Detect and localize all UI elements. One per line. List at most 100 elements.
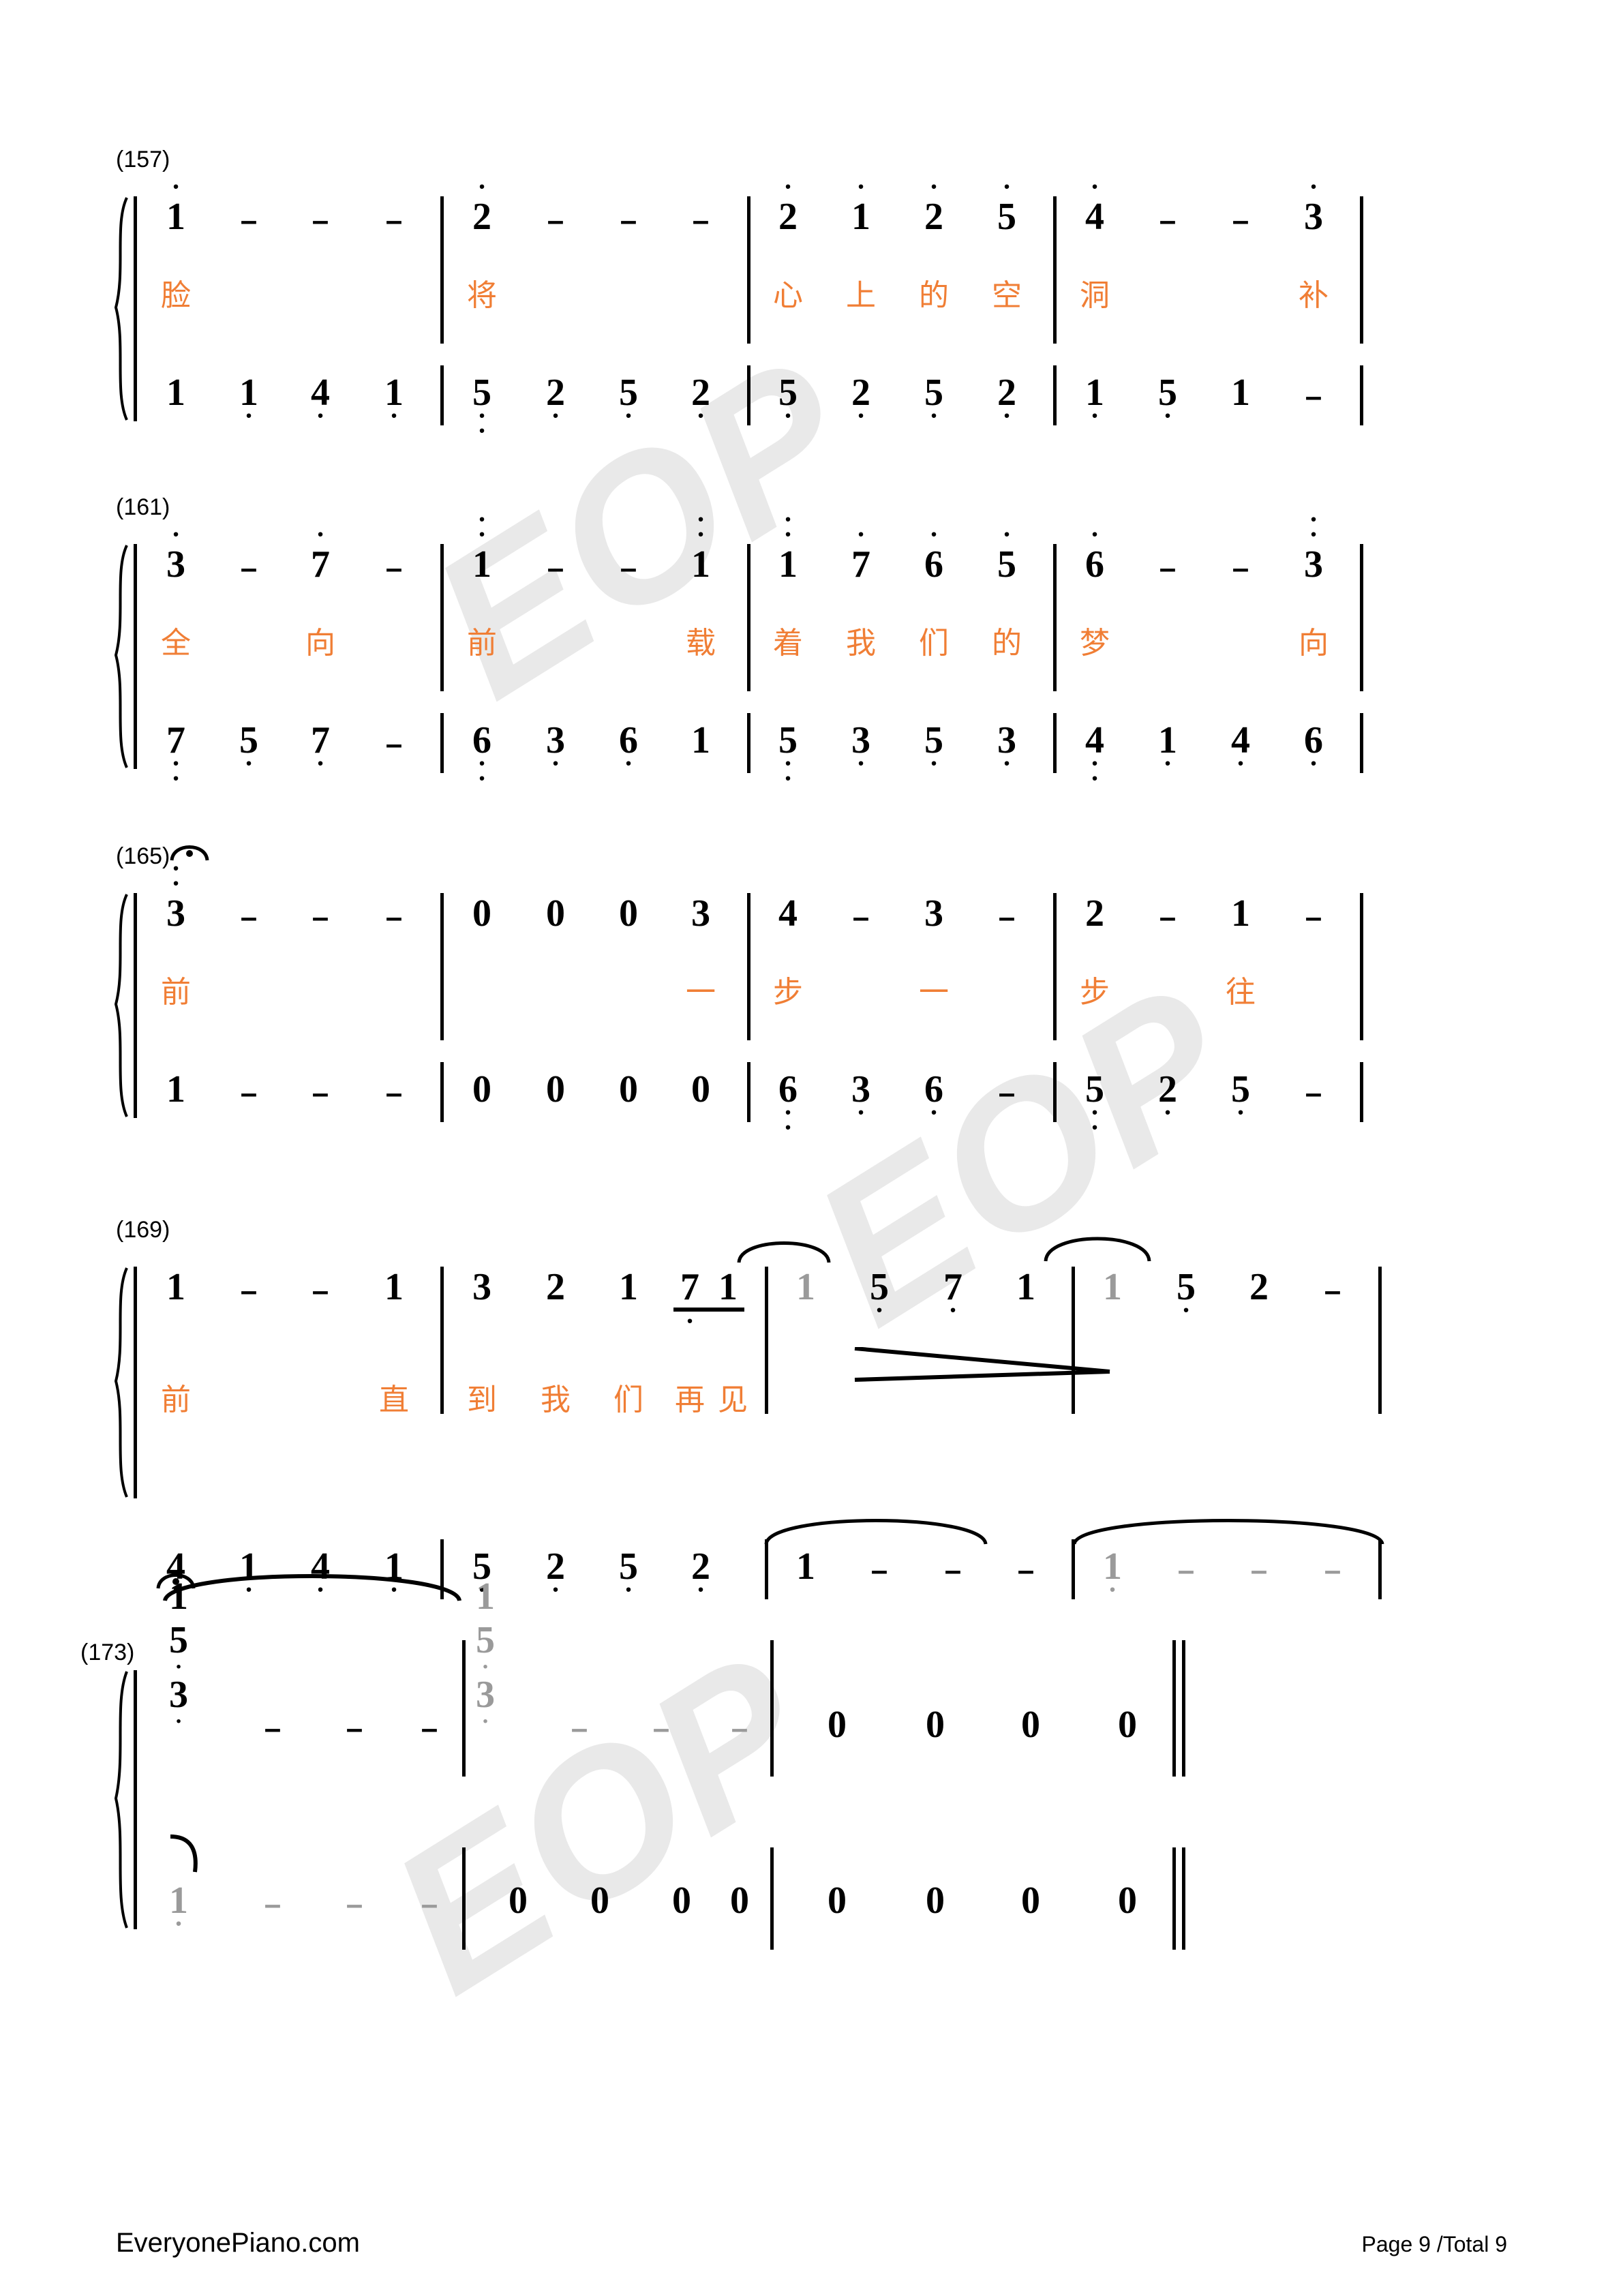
barline [747, 196, 750, 344]
note-dash: – [870, 1554, 888, 1587]
note-dash: – [1305, 1076, 1322, 1110]
site-name: EveryonePiano.com [116, 2228, 360, 2258]
note-dash: – [240, 901, 258, 934]
barline [747, 365, 750, 425]
barline [1360, 893, 1363, 1040]
note: 5 · [619, 1545, 638, 1605]
octave-dot-down: · [783, 400, 793, 431]
note: 3 [472, 1266, 491, 1308]
octave-dot-down: · [1108, 1574, 1117, 1605]
note-dash: – [1305, 380, 1322, 413]
note-dash: – [620, 552, 637, 585]
note: 5 · [239, 719, 258, 779]
note: 2 [1249, 1266, 1269, 1308]
lyric-syllable: 脸 [161, 278, 191, 313]
octave-dot-down: · [174, 1908, 183, 1939]
note: 6 · [1304, 719, 1323, 779]
note: · · 3 [166, 853, 185, 935]
note-tied: 1 [1103, 1266, 1122, 1308]
watermark-eop-3: EOP [354, 1608, 849, 2036]
system-start-barline [134, 1267, 137, 1498]
tie-arc [168, 1834, 209, 1873]
note-dash: – [1159, 204, 1177, 237]
note: · 3 [166, 519, 185, 586]
system-start-barline [134, 1670, 137, 1929]
note-tied: 1 · [169, 1879, 188, 1939]
page-footer: EveryonePiano.com Page 9 /Total 9 [0, 2214, 1623, 2296]
octave-dot-up: · [1090, 171, 1099, 202]
note-dash: – [1159, 552, 1177, 585]
note: 3 · [997, 719, 1016, 779]
note: 5 · · [472, 372, 491, 446]
note: · 4 [1085, 171, 1104, 238]
system-start-barline [134, 196, 137, 421]
sheet-music-page: EOP EOP EOP (157) · 1 – – – · 2 – – – · … [0, 0, 1623, 2296]
note: · 5 [997, 171, 1016, 238]
note-dash: – [1017, 1554, 1035, 1587]
tie-arc [1043, 1228, 1152, 1263]
note-rest: 0 [546, 1068, 565, 1111]
octave-dot-down: · [1236, 1097, 1245, 1128]
note: 1 [1016, 1266, 1035, 1308]
note: 1 · [239, 372, 258, 431]
lyric-syllable: 往 [1226, 975, 1256, 1010]
barline [770, 1847, 774, 1950]
octave-dot-down: · [1002, 748, 1012, 779]
barline [440, 196, 444, 344]
lyric-syllable: 直 [379, 1383, 409, 1417]
lyric-syllable: 梦 [1080, 626, 1110, 661]
octave-dot-up: · [477, 171, 487, 202]
barline [1360, 544, 1363, 691]
barline [440, 544, 444, 691]
octave-dot-up: · [696, 504, 706, 534]
octave-dot-down: · [481, 1709, 489, 1734]
note-dash: – [692, 204, 710, 237]
octave-dot-down: · [551, 400, 560, 431]
note-dash: – [346, 1888, 363, 1921]
measure-number-157: (157) [116, 147, 170, 172]
note-rest: 0 [1021, 1704, 1040, 1746]
grand-staff-brace [108, 196, 135, 421]
lyric-syllable: 一 [686, 975, 716, 1010]
barline [440, 1062, 444, 1122]
note: · 2 [472, 171, 491, 238]
lyric-syllable: 将 [467, 278, 497, 313]
note: 3 · [546, 719, 565, 779]
note-dash: – [1232, 552, 1249, 585]
note-dash: – [852, 901, 870, 934]
barline [765, 1539, 768, 1599]
octave-dot-down: · [1163, 400, 1172, 431]
note: 2 · [546, 372, 565, 431]
note-dash: – [547, 552, 564, 585]
note: · 3 [1304, 171, 1323, 238]
octave-dot-down: · [244, 400, 254, 431]
octave-dot-down: · [244, 748, 254, 779]
note-rest: 0 [828, 1704, 847, 1746]
note: · 7 [851, 519, 870, 586]
note: · 6 [924, 519, 943, 586]
note: · 1 [166, 171, 185, 238]
barline [1360, 1062, 1363, 1122]
chord-note: 1 [476, 1575, 495, 1618]
octave-dot-down: · [856, 400, 866, 431]
barline [1053, 544, 1057, 691]
note-dash: – [421, 1712, 438, 1745]
barline [747, 1062, 750, 1122]
barline [765, 1267, 768, 1414]
lyric-syllable: 我 [846, 626, 876, 661]
note-rest: 0 [509, 1879, 528, 1922]
measure-number-165: (165) [116, 843, 170, 869]
lyric-syllable: 心 [773, 278, 803, 313]
note-rest: 0 [590, 1879, 609, 1922]
note-tied: 1 · [1103, 1545, 1122, 1605]
octave-dot-up: · [856, 171, 866, 202]
note: 7 · [680, 1266, 699, 1336]
note: 5 · · [778, 719, 798, 794]
grand-staff-brace [108, 544, 135, 769]
note: 3 [691, 892, 710, 935]
octave-dot-down: · [929, 748, 939, 779]
note-dash: – [385, 901, 403, 934]
diminuendo-hairpin [853, 1347, 1112, 1383]
octave-dot-up: · [929, 171, 939, 202]
octave-dot-down: · [624, 1574, 633, 1605]
